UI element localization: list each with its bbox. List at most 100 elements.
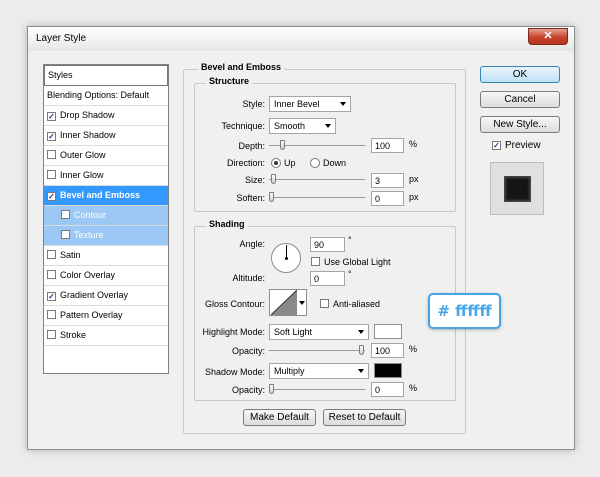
style-item-checkbox[interactable] [61,210,70,219]
soften-slider-handle[interactable] [269,192,274,202]
color-callout: # ffffff [428,293,501,329]
soften-label: Soften: [236,193,265,203]
style-item[interactable]: Stroke [44,326,168,346]
preview-swatch [504,176,531,202]
chevron-down-icon [299,301,305,305]
style-item-checkbox[interactable] [47,270,56,279]
styles-header[interactable]: Styles [44,65,168,86]
angle-dial[interactable] [271,243,301,273]
highlight-opacity-track [269,350,365,351]
style-item-label: Outer Glow [60,150,106,160]
soften-unit: px [409,192,419,202]
style-item-label: Bevel and Emboss [60,190,141,200]
shadow-opacity-input[interactable]: 0 [371,382,404,397]
technique-select[interactable]: Smooth [269,118,336,134]
style-item-checkbox[interactable] [47,310,56,319]
style-item[interactable]: Inner Glow [44,166,168,186]
style-item-checkbox[interactable]: ✓ [47,112,56,121]
shadow-opacity-label: Opacity: [231,385,265,395]
cancel-button[interactable]: Cancel [480,91,560,108]
shadow-opacity-track [269,389,365,390]
style-item[interactable]: Color Overlay [44,266,168,286]
depth-label: Depth: [238,141,265,151]
new-style-button[interactable]: New Style... [480,116,560,133]
altitude-input[interactable]: 0 [310,271,345,286]
style-select-value: Inner Bevel [274,99,320,109]
highlight-color-swatch[interactable] [374,324,402,339]
close-icon[interactable]: ✕ [528,28,568,45]
ok-button[interactable]: OK [480,66,560,83]
style-item-label: Stroke [60,330,87,340]
shadow-mode-select[interactable]: Multiply [269,363,369,379]
style-select[interactable]: Inner Bevel [269,96,351,112]
direction-down-label[interactable]: Down [323,158,346,168]
dialog-title: Layer Style [36,33,87,44]
gloss-contour-picker[interactable] [269,289,307,316]
chevron-down-icon [340,102,346,106]
use-global-light-checkbox[interactable] [311,257,320,266]
style-item[interactable]: ✓ Bevel and Emboss [44,186,168,206]
size-input[interactable]: 3 [371,173,404,188]
bevel-emboss-title: Bevel and Emboss [198,62,285,72]
direction-up-radio[interactable] [271,158,281,168]
technique-select-value: Smooth [274,121,306,131]
preview-label[interactable]: Preview [505,140,541,151]
contour-linear-icon [271,290,297,315]
angle-input[interactable]: 90 [310,237,345,252]
style-item-checkbox[interactable] [47,250,56,259]
style-item[interactable]: Outer Glow [44,146,168,166]
direction-down-radio[interactable] [310,158,320,168]
shading-title: Shading [206,219,248,229]
shadow-color-swatch[interactable] [374,363,402,378]
style-item-label: Satin [60,250,81,260]
highlight-opacity-input[interactable]: 100 [371,343,404,358]
style-item-label: Pattern Overlay [60,310,123,320]
layer-style-dialog: Layer Style ✕ Styles Blending Options: D… [27,26,575,450]
use-global-light-label[interactable]: Use Global Light [324,257,391,267]
style-item[interactable]: Texture [44,226,168,246]
style-item[interactable]: ✓ Drop Shadow [44,106,168,126]
style-item[interactable]: Blending Options: Default [44,86,168,106]
style-item-checkbox[interactable] [47,330,56,339]
angle-unit: ° [348,235,352,245]
structure-title: Structure [206,76,253,86]
style-item-checkbox[interactable]: ✓ [47,132,56,141]
style-preview [490,162,544,215]
shadow-opacity-handle[interactable] [269,384,274,394]
style-item-checkbox[interactable]: ✓ [47,292,56,301]
style-item-checkbox[interactable] [47,170,56,179]
depth-input[interactable]: 100 [371,138,404,153]
size-slider-track [269,179,365,180]
reset-to-default-button[interactable]: Reset to Default [323,409,406,426]
anti-aliased-label[interactable]: Anti-aliased [333,299,380,309]
style-item-label: Gradient Overlay [60,290,129,300]
direction-up-label[interactable]: Up [284,158,296,168]
highlight-mode-value: Soft Light [274,327,313,337]
styles-list: Styles Blending Options: Default ✓ Drop Sh… [43,64,169,374]
anti-aliased-checkbox[interactable] [320,299,329,308]
style-item[interactable]: Contour [44,206,168,226]
depth-slider-handle[interactable] [279,140,285,150]
highlight-opacity-handle[interactable] [359,345,364,355]
style-item-checkbox[interactable]: ✓ [47,192,56,201]
make-default-button[interactable]: Make Default [243,409,316,426]
style-item[interactable]: Satin [44,246,168,266]
style-item-checkbox[interactable] [61,230,70,239]
gloss-contour-label: Gloss Contour: [204,299,265,309]
highlight-mode-select[interactable]: Soft Light [269,324,369,340]
style-item[interactable]: ✓ Gradient Overlay [44,286,168,306]
preview-checkbox[interactable]: ✓ [492,141,501,150]
style-item-label: Inner Shadow [60,130,116,140]
technique-label: Technique: [221,121,265,131]
highlight-opacity-unit: % [409,344,418,354]
style-item[interactable]: ✓ Inner Shadow [44,126,168,146]
style-item[interactable]: Pattern Overlay [44,306,168,326]
size-unit: px [409,174,419,184]
soften-input[interactable]: 0 [371,191,404,206]
size-slider-handle[interactable] [270,174,276,184]
style-item-label: Inner Glow [60,170,104,180]
chevron-down-icon [358,330,364,334]
style-item-label: Drop Shadow [60,110,115,120]
altitude-label: Altitude: [232,273,265,283]
style-item-checkbox[interactable] [47,150,56,159]
